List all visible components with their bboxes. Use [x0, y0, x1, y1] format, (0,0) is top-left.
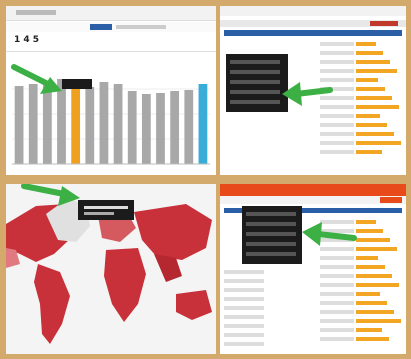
list-item-bar	[356, 220, 376, 224]
list-item-bar	[356, 319, 401, 323]
list-item-label	[320, 265, 354, 269]
list-item-bar	[356, 150, 382, 154]
tooltip-menu	[242, 206, 302, 264]
list-item-label	[320, 123, 354, 127]
list-item-label	[320, 328, 354, 332]
list-item-label	[320, 337, 354, 341]
list-item-label	[224, 288, 264, 292]
bar[interactable]	[184, 90, 194, 164]
list-item-label	[320, 42, 354, 46]
ribbon-button[interactable]	[380, 197, 402, 203]
list-item-bar	[356, 87, 385, 91]
list-item-bar	[356, 292, 380, 296]
list-item-label	[320, 292, 354, 296]
list-item-label	[320, 150, 354, 154]
pointer-arrow-icon	[11, 64, 62, 94]
nav-tab[interactable]	[116, 25, 166, 29]
list-item-label	[224, 342, 264, 346]
list-item-bar	[356, 328, 382, 332]
list-item-label	[224, 315, 264, 319]
list-item-label	[224, 333, 264, 337]
bar[interactable]	[99, 82, 109, 164]
tooltip	[78, 200, 134, 220]
list-item-label	[320, 310, 354, 314]
bar[interactable]	[71, 84, 81, 164]
list-item-label	[224, 297, 264, 301]
list-item-bar	[356, 60, 390, 64]
nav-bar	[6, 22, 216, 32]
list-item-bar	[356, 123, 387, 127]
bar[interactable]	[170, 91, 180, 164]
bar[interactable]	[198, 84, 208, 164]
bar[interactable]	[85, 87, 95, 164]
list-item-bar	[356, 247, 397, 251]
list-item-label	[320, 114, 354, 118]
orange-app-panel	[220, 184, 406, 354]
list-item-label	[224, 306, 264, 310]
list-item-bar	[356, 310, 394, 314]
bar[interactable]	[127, 91, 137, 164]
list-item-bar	[356, 78, 378, 82]
pointer-arrow-icon	[282, 82, 333, 106]
list-item-bar	[356, 265, 385, 269]
list-item-bar	[356, 96, 392, 100]
tooltip	[62, 79, 92, 89]
list-item-bar	[356, 105, 399, 109]
tab-bar	[220, 20, 406, 27]
list-item-label	[320, 141, 354, 145]
list-item-bar	[356, 69, 397, 73]
list-item-bar	[356, 274, 392, 278]
list-item-bar	[356, 132, 394, 136]
list-item-label	[320, 256, 354, 260]
list-item-label	[320, 301, 354, 305]
list-item-bar	[356, 229, 383, 233]
pointer-arrow-icon	[21, 184, 80, 206]
list-item-bar	[356, 51, 383, 55]
bar[interactable]	[141, 94, 151, 164]
list-item-label	[320, 274, 354, 278]
list-item-label	[320, 283, 354, 287]
list-item-bar	[356, 141, 401, 145]
list-item-label	[224, 270, 264, 274]
list-item-bar	[356, 114, 380, 118]
logo	[16, 10, 56, 15]
list-item-bar	[356, 283, 399, 287]
bar-chart-panel: 1 4 5	[6, 6, 216, 175]
ribbon	[220, 196, 406, 204]
list-item-label	[320, 132, 354, 136]
nav-tab-active[interactable]	[90, 24, 112, 30]
header-number: 1 4 5	[14, 35, 40, 45]
list-item-bar	[356, 337, 389, 341]
browser-toolbar	[220, 6, 406, 16]
app-header	[220, 184, 406, 196]
list-item-bar	[356, 301, 387, 305]
list-panel	[220, 6, 406, 175]
brand-badge	[370, 21, 398, 26]
list-item-label	[320, 51, 354, 55]
list-item-label	[320, 319, 354, 323]
bar[interactable]	[156, 93, 165, 164]
world-map-panel	[6, 184, 216, 354]
list-item-label	[224, 279, 264, 283]
list-item-bar	[356, 42, 376, 46]
section-header	[224, 30, 402, 36]
list-item-bar	[356, 238, 390, 242]
bar[interactable]	[113, 84, 123, 164]
list-item-label	[224, 324, 264, 328]
list-item-bar	[356, 256, 378, 260]
list-item-label	[320, 60, 354, 64]
pointer-arrow-icon	[302, 222, 357, 246]
